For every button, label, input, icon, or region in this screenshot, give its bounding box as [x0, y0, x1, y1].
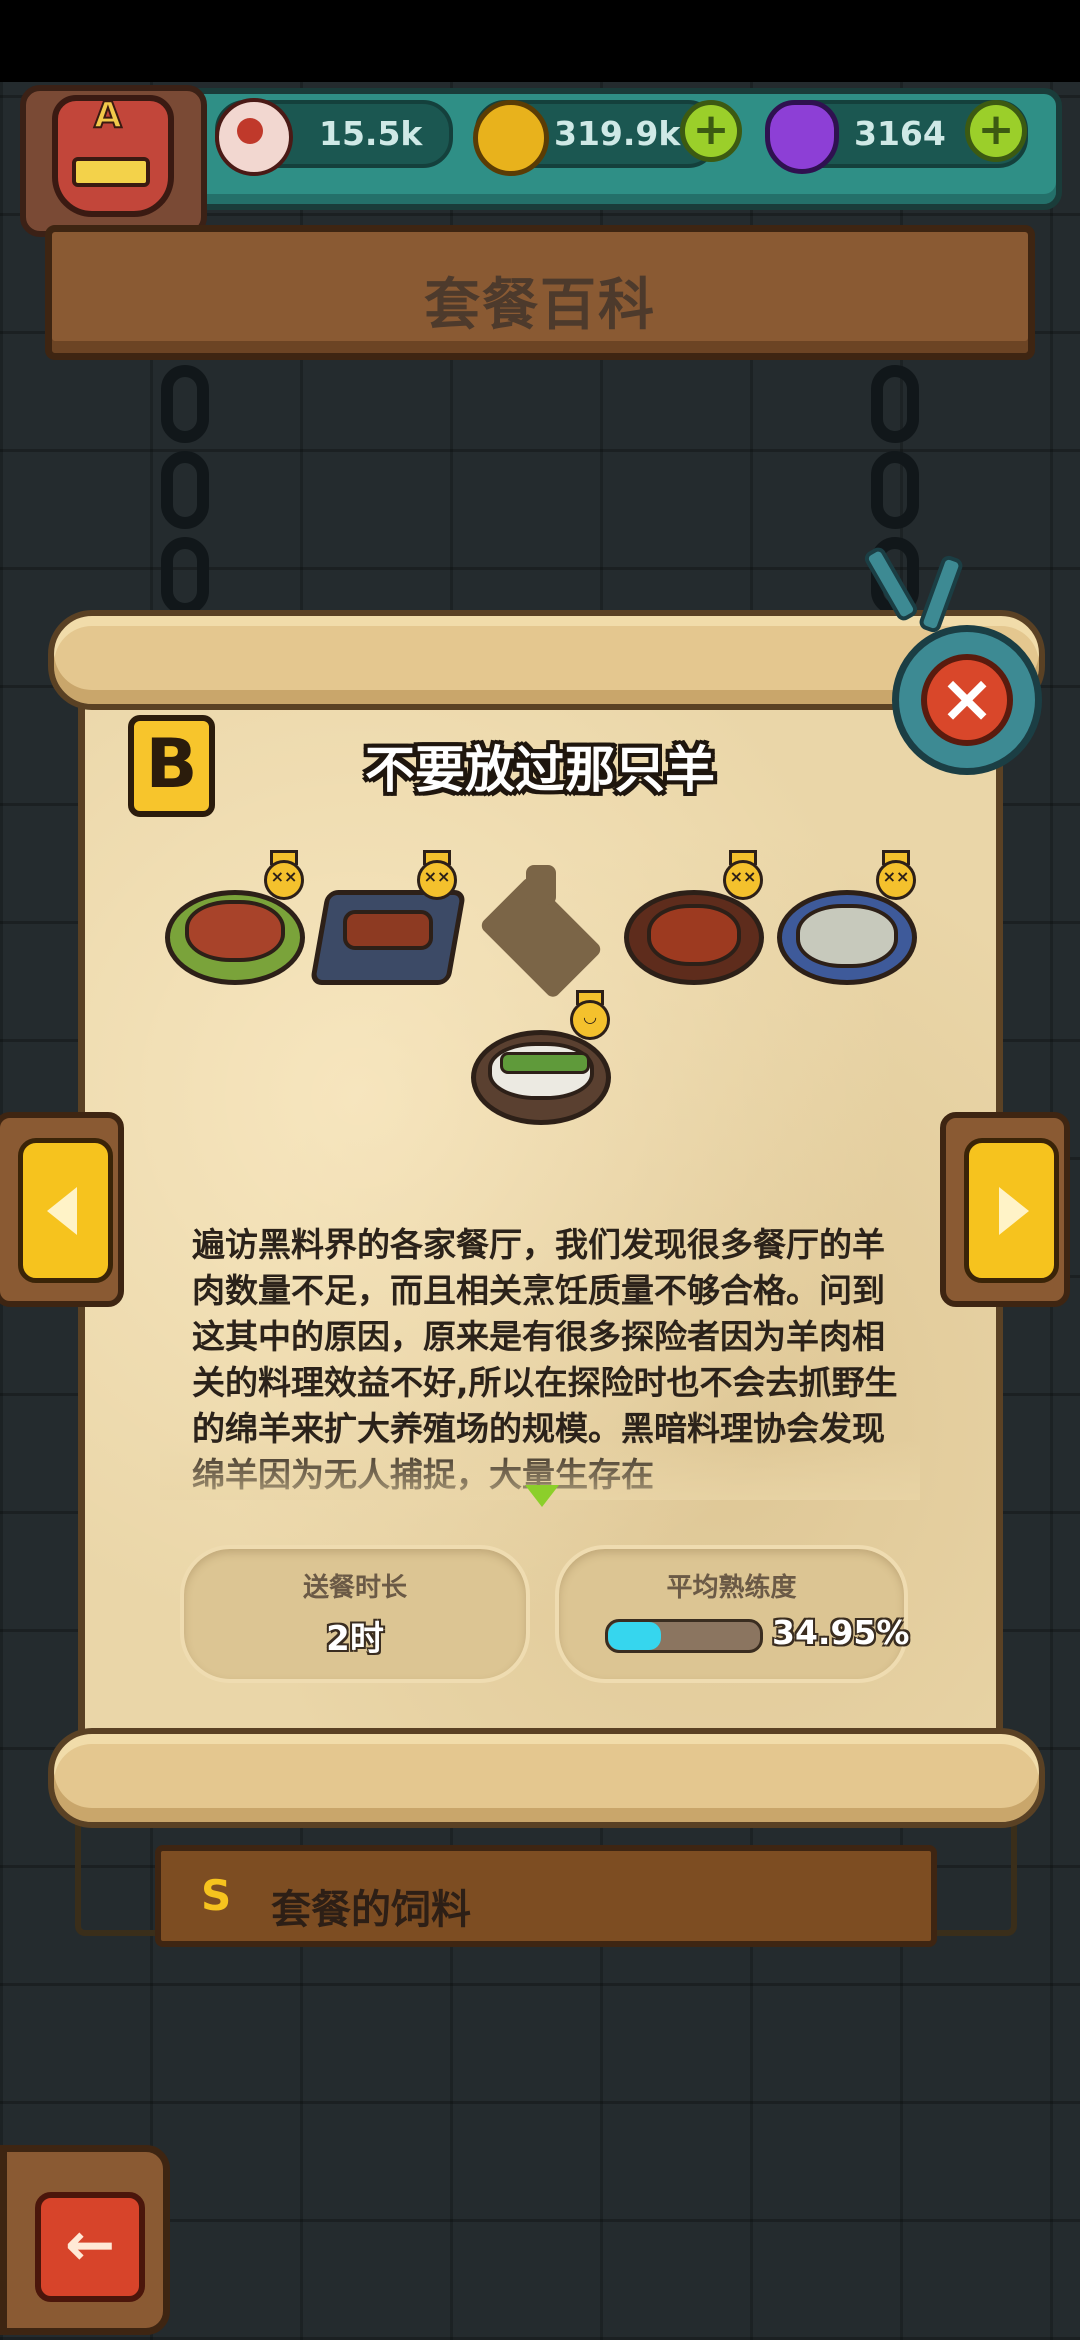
delivery-time-label: 送餐时长	[302, 1573, 407, 1603]
mastery-label: 平均熟练度	[666, 1573, 797, 1603]
next-combo-grade: S	[201, 1871, 232, 1920]
delivery-time-value: 2时	[326, 1619, 384, 1659]
mastery-progress-fill	[608, 1622, 662, 1650]
lamb-skewers-dish-icon[interactable]: ××	[309, 850, 467, 990]
status-bar	[0, 0, 1080, 82]
avatar[interactable]: A	[52, 94, 174, 217]
dish-mastery-badge: ××	[264, 860, 304, 900]
lamb-soup-dish-icon[interactable]: ××	[772, 850, 922, 990]
combo-title: 不要放过那只羊	[365, 741, 715, 799]
braised-lamb-dish-icon[interactable]: ××	[619, 850, 769, 990]
page-title: 套餐百科	[424, 273, 656, 338]
mastery-box: 平均熟练度 34.95%	[555, 1545, 910, 1683]
locked-dish-silhouette-icon[interactable]	[466, 860, 616, 1000]
next-combo-button[interactable]	[940, 1112, 1070, 1307]
close-icon: ×	[921, 654, 1013, 746]
next-combo-plank[interactable]: S 套餐的饲料	[155, 1845, 937, 1947]
arrow-right-icon	[999, 1187, 1029, 1235]
scroll-bottom-rod	[48, 1728, 1045, 1828]
dish-mastery-badge: ××	[876, 860, 916, 900]
next-combo-title: 套餐的饲料	[271, 1887, 471, 1933]
eyeball-icon	[215, 98, 293, 176]
eyeball-value: 15.5k	[319, 114, 423, 153]
prev-combo-button[interactable]	[0, 1112, 124, 1307]
back-button[interactable]: ←	[0, 2145, 170, 2335]
back-arrow-icon: ←	[35, 2192, 145, 2302]
scroll-down-arrow-icon[interactable]	[525, 1485, 559, 1507]
potion-icon	[765, 100, 839, 174]
lamb-asparagus-dish-icon[interactable]: ◡	[466, 990, 616, 1130]
mastery-value: 34.95%	[772, 1613, 910, 1652]
mastery-progress-bar	[605, 1619, 763, 1653]
roast-lamb-dish-icon[interactable]: ××	[160, 850, 310, 990]
close-button[interactable]: ×	[892, 625, 1042, 775]
dish-mastery-badge: ◡	[570, 1000, 610, 1040]
add-potion-button[interactable]: +	[965, 100, 1027, 162]
add-coin-button[interactable]: +	[680, 100, 742, 162]
avatar-teeth	[72, 157, 150, 187]
coin-icon	[473, 100, 549, 176]
grade-badge: B	[128, 715, 215, 817]
delivery-time-box: 送餐时长 2时	[180, 1545, 530, 1683]
dish-mastery-badge: ××	[417, 860, 457, 900]
chain-left	[150, 365, 220, 623]
arrow-left-icon	[47, 1187, 77, 1235]
title-plank: 套餐百科	[45, 225, 1035, 360]
dish-mastery-badge: ××	[723, 860, 763, 900]
potion-value: 3164	[854, 114, 946, 153]
coin-value: 319.9k	[554, 114, 681, 153]
avatar-rank-letter: A	[93, 94, 123, 137]
